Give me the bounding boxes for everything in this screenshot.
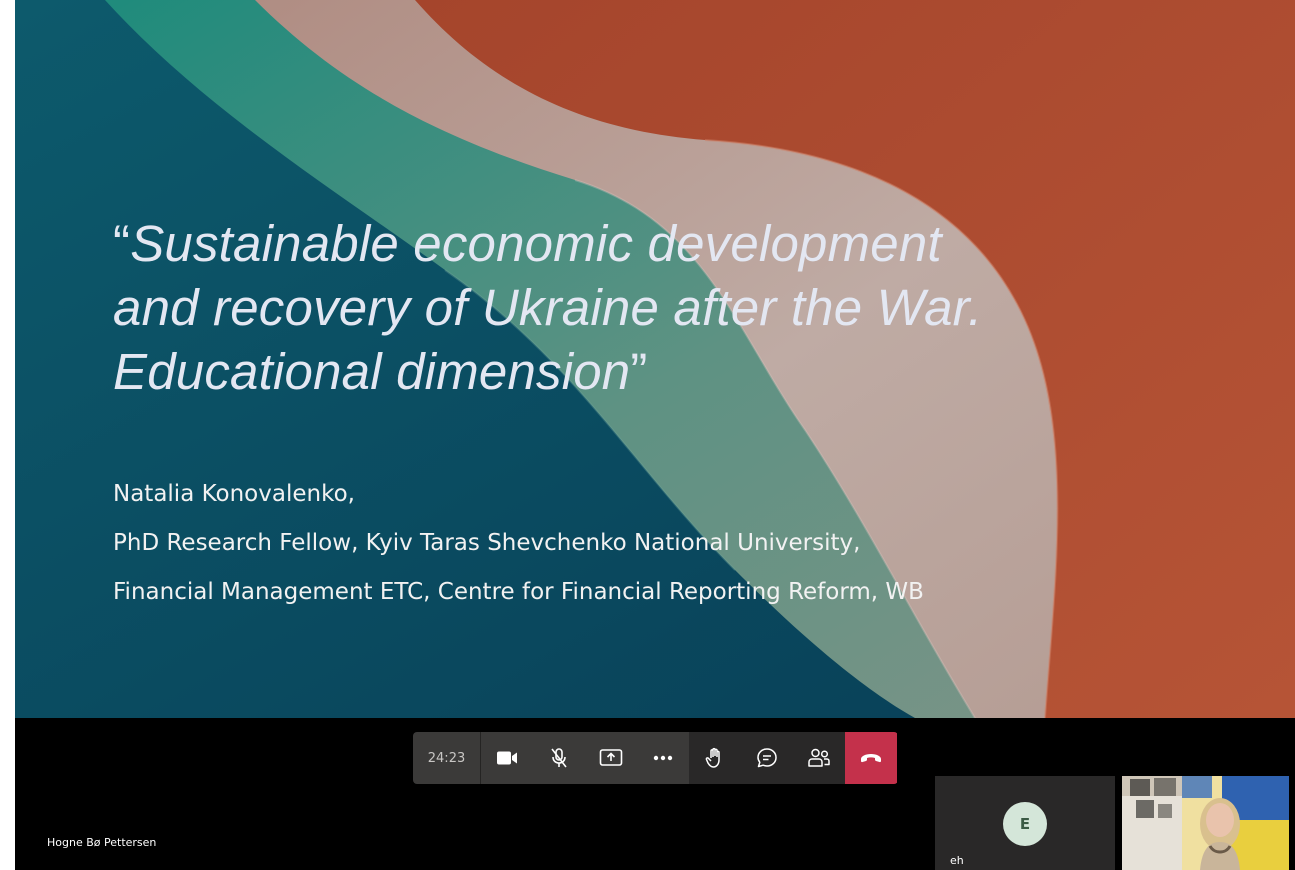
meeting-stage: “Sustainable economic development and re… bbox=[15, 0, 1295, 870]
slide-title-line-2: and recovery of Ukraine after the War. bbox=[113, 279, 983, 336]
more-options-button[interactable] bbox=[637, 732, 689, 784]
meeting-control-bar: 24:23 bbox=[413, 732, 898, 784]
slide-title-line-1: “Sustainable economic development bbox=[113, 215, 942, 272]
chat-button[interactable] bbox=[741, 732, 793, 784]
participant-video-image bbox=[1122, 776, 1289, 870]
participant-name: eh bbox=[950, 854, 964, 867]
meeting-timer: 24:23 bbox=[413, 732, 481, 784]
raise-hand-button[interactable] bbox=[689, 732, 741, 784]
avatar: E bbox=[1003, 802, 1047, 846]
hang-up-icon bbox=[861, 754, 881, 763]
camera-icon bbox=[497, 751, 517, 765]
mic-button[interactable] bbox=[533, 732, 585, 784]
participant-tile[interactable]: E eh bbox=[935, 776, 1115, 870]
slide-title-line-3: Educational dimension” bbox=[113, 343, 648, 400]
author-name: Natalia Konovalenko, bbox=[113, 481, 355, 507]
participants-icon bbox=[808, 748, 830, 767]
author-affiliation-2: Financial Management ETC, Centre for Fin… bbox=[113, 579, 924, 605]
shared-slide: “Sustainable economic development and re… bbox=[15, 0, 1295, 718]
author-affiliation-1: PhD Research Fellow, Kyiv Taras Shevchen… bbox=[113, 530, 861, 556]
participant-video-tile[interactable] bbox=[1122, 776, 1289, 870]
hang-up-button[interactable] bbox=[845, 732, 897, 784]
participants-button[interactable] bbox=[793, 732, 845, 784]
open-quote: “ bbox=[113, 215, 131, 272]
more-options-icon bbox=[653, 755, 673, 761]
camera-button[interactable] bbox=[481, 732, 533, 784]
control-group-media bbox=[481, 732, 689, 784]
share-screen-button[interactable] bbox=[585, 732, 637, 784]
chat-icon bbox=[757, 748, 777, 768]
presenter-name: Hogne Bø Pettersen bbox=[47, 836, 157, 849]
control-group-collab bbox=[689, 732, 845, 784]
raise-hand-icon bbox=[705, 747, 720, 768]
mic-off-icon bbox=[551, 748, 567, 768]
close-quote: ” bbox=[630, 343, 648, 400]
share-screen-icon bbox=[599, 749, 623, 766]
slide-title: “Sustainable economic development and re… bbox=[113, 212, 1073, 404]
